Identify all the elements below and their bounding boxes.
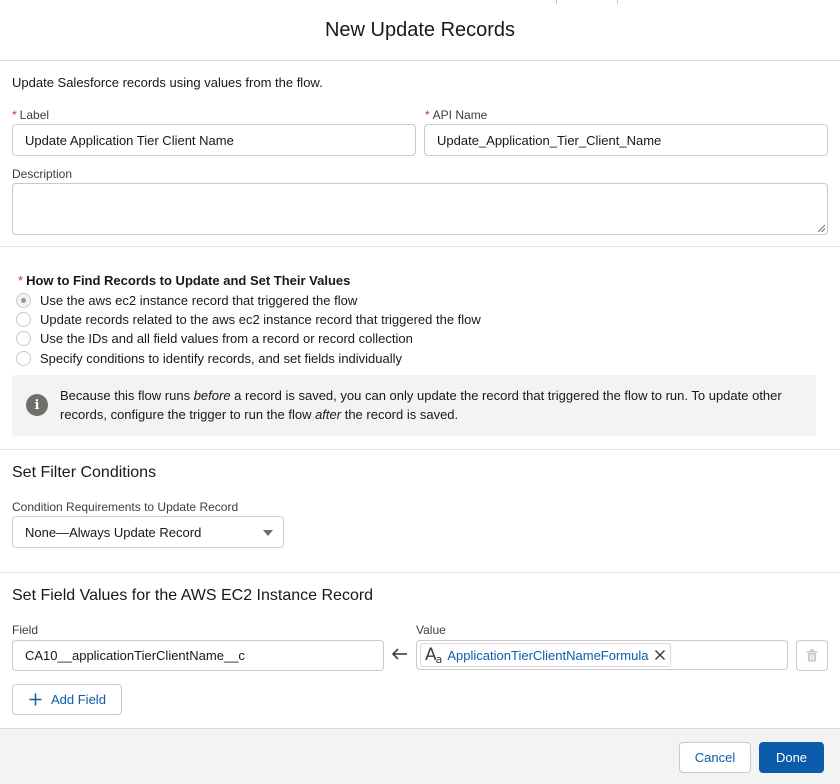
api-name-field-label: * API Name — [425, 108, 488, 122]
info-icon: i — [26, 394, 48, 416]
delete-row-button[interactable] — [796, 640, 828, 671]
radio-option-related-records[interactable]: Update records related to the aws ec2 in… — [16, 310, 481, 328]
label-input[interactable]: Update Application Tier Client Name — [12, 124, 416, 156]
radio-option-triggering-record[interactable]: Use the aws ec2 instance record that tri… — [16, 291, 357, 309]
text-type-icon: Aa — [425, 644, 442, 666]
label-field-label: * Label — [12, 108, 50, 122]
value-pill: Aa ApplicationTierClientNameFormula — [420, 643, 672, 667]
field-input[interactable]: CA10__applicationTierClientName__c — [12, 640, 384, 671]
radio-option-specify-conditions[interactable]: Specify conditions to identify records, … — [16, 349, 402, 367]
modal-footer: Cancel Done — [0, 728, 840, 784]
radio-button[interactable] — [16, 350, 31, 366]
info-text: Because this flow runs before a record i… — [60, 388, 782, 422]
section-divider — [0, 449, 840, 450]
value-input[interactable]: Aa ApplicationTierClientNameFormula — [416, 640, 788, 670]
required-marker: * — [425, 108, 430, 122]
resize-handle-icon[interactable] — [817, 224, 825, 232]
section-divider — [0, 572, 840, 573]
trash-icon — [806, 649, 818, 662]
radio-button-selected[interactable] — [16, 292, 31, 308]
condition-requirements-select[interactable]: None—Always Update Record — [12, 516, 284, 548]
filter-section-title: Set Filter Conditions — [12, 464, 157, 481]
value-pill-label: ApplicationTierClientNameFormula — [447, 647, 649, 663]
required-marker: * — [18, 273, 24, 288]
description-textarea[interactable] — [12, 183, 828, 235]
description-field-label: Description — [12, 167, 73, 181]
required-marker: * — [12, 108, 17, 122]
radio-button[interactable] — [16, 311, 31, 327]
cancel-button[interactable]: Cancel — [679, 742, 751, 773]
api-name-input[interactable]: Update_Application_Tier_Client_Name — [424, 124, 828, 156]
modal-description: Update Salesforce records using values f… — [12, 75, 323, 90]
plus-icon — [29, 693, 42, 706]
field-column-label: Field — [12, 623, 39, 637]
close-icon[interactable] — [654, 649, 666, 661]
section-divider — [0, 246, 840, 247]
add-field-button[interactable]: Add Field — [12, 684, 122, 715]
modal-header: New Update Records — [0, 0, 840, 61]
field-values-section-title: Set Field Values for the AWS EC2 Instanc… — [12, 587, 374, 604]
modal-title: New Update Records — [324, 18, 516, 41]
condition-requirements-label: Condition Requirements to Update Record — [12, 500, 239, 514]
info-notification: i Because this flow runs before a record… — [12, 375, 816, 436]
find-records-heading: * How to Find Records to Update and Set T… — [18, 273, 351, 288]
radio-button[interactable] — [16, 330, 31, 346]
value-column-label: Value — [416, 623, 446, 637]
done-button[interactable]: Done — [759, 742, 824, 773]
chevron-down-icon — [263, 530, 273, 536]
radio-option-record-collection[interactable]: Use the IDs and all field values from a … — [16, 329, 413, 347]
arrow-left-icon — [391, 648, 407, 660]
